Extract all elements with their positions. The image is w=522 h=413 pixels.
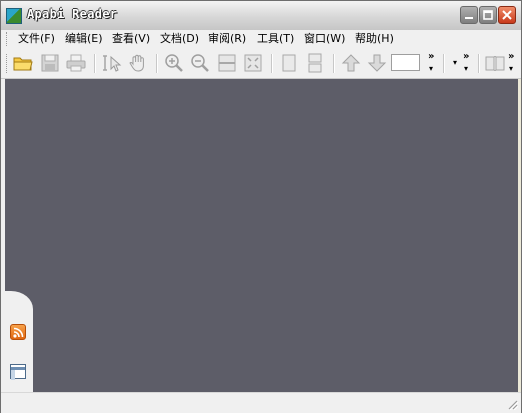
single-page-icon [282, 54, 296, 72]
toolbar-dropdown-arrow-icon[interactable]: ▾ [453, 58, 457, 68]
save-icon [41, 54, 59, 72]
select-text-icon [103, 55, 122, 72]
toolbar-separator [271, 54, 273, 73]
toolbar-separator [333, 54, 335, 73]
document-workspace[interactable] [5, 79, 518, 392]
zoom-in-icon [165, 54, 183, 72]
previous-page-icon [341, 54, 361, 72]
menu-view[interactable]: 查看(V) [112, 31, 150, 47]
toolbar-separator [94, 54, 96, 73]
toolbar-overflow-button[interactable]: » [428, 52, 434, 62]
open-button[interactable] [13, 53, 33, 73]
rss-icon [13, 327, 24, 338]
fit-page-icon [244, 54, 262, 72]
window-title: Apabi Reader [27, 7, 118, 21]
menu-tools[interactable]: 工具(T) [257, 31, 294, 47]
toolbar-dropdown-arrow-icon[interactable]: ▾ [464, 64, 468, 74]
minimize-icon [465, 17, 473, 19]
app-logo-icon [6, 8, 22, 24]
hand-tool-button[interactable] [128, 53, 148, 73]
resize-grip-icon[interactable] [506, 398, 518, 410]
next-page-button[interactable] [367, 53, 387, 73]
menu-help[interactable]: 帮助(H) [355, 31, 394, 47]
next-page-icon [367, 54, 387, 72]
layout-panel-button[interactable] [10, 364, 26, 380]
menu-bar: 文件(F) 编辑(E) 查看(V) 文档(D) 审阅(R) 工具(T) 窗口(W… [1, 30, 521, 50]
app-window: Apabi Reader 文件(F) 编辑(E) 查看(V) 文档(D) 审阅(… [0, 0, 522, 413]
menu-file[interactable]: 文件(F) [18, 31, 55, 47]
menu-edit[interactable]: 编辑(E) [65, 31, 103, 47]
toolbar-grip [6, 54, 10, 73]
menu-window[interactable]: 窗口(W) [304, 31, 345, 47]
open-folder-icon [13, 57, 33, 71]
previous-page-button[interactable] [341, 53, 361, 73]
main-toolbar: » ▾ ▾ » ▾ » ▾ [1, 49, 521, 79]
status-bar [1, 392, 521, 413]
page-number-input[interactable] [391, 54, 420, 71]
maximize-icon [483, 10, 493, 20]
rss-button[interactable] [10, 324, 26, 340]
menu-review[interactable]: 审阅(R) [208, 31, 246, 47]
maximize-button[interactable] [479, 6, 497, 24]
select-text-button[interactable] [102, 53, 122, 73]
toolbar-separator [478, 54, 480, 73]
single-page-button[interactable] [279, 53, 299, 73]
toolbar-separator [443, 54, 445, 73]
hand-tool-icon [129, 54, 144, 72]
title-bar[interactable]: Apabi Reader [1, 1, 521, 31]
menubar-grip [6, 32, 10, 46]
save-button[interactable] [40, 53, 60, 73]
menu-document[interactable]: 文档(D) [160, 31, 199, 47]
close-icon [502, 10, 512, 20]
continuous-page-icon [308, 53, 322, 73]
toolbar-overflow-button[interactable]: » [463, 52, 469, 62]
close-button[interactable] [498, 6, 516, 24]
toolbar-overflow-button[interactable]: » [508, 52, 514, 62]
book-icon [485, 56, 505, 71]
zoom-out-button[interactable] [190, 53, 210, 73]
toolbar-dropdown-arrow-icon[interactable]: ▾ [509, 64, 513, 74]
minimize-button[interactable] [460, 6, 478, 24]
book-view-button[interactable] [485, 53, 505, 73]
print-button[interactable] [66, 53, 86, 73]
fit-width-icon [218, 54, 236, 72]
toolbar-dropdown-arrow-icon[interactable]: ▾ [429, 64, 433, 74]
fit-page-button[interactable] [243, 53, 263, 73]
toolbar-separator [156, 54, 158, 73]
zoom-in-button[interactable] [164, 53, 184, 73]
fit-width-button[interactable] [217, 53, 237, 73]
zoom-out-icon [191, 54, 209, 72]
continuous-page-button[interactable] [305, 53, 325, 73]
print-icon [66, 54, 86, 72]
layout-panel-icon [11, 367, 25, 380]
